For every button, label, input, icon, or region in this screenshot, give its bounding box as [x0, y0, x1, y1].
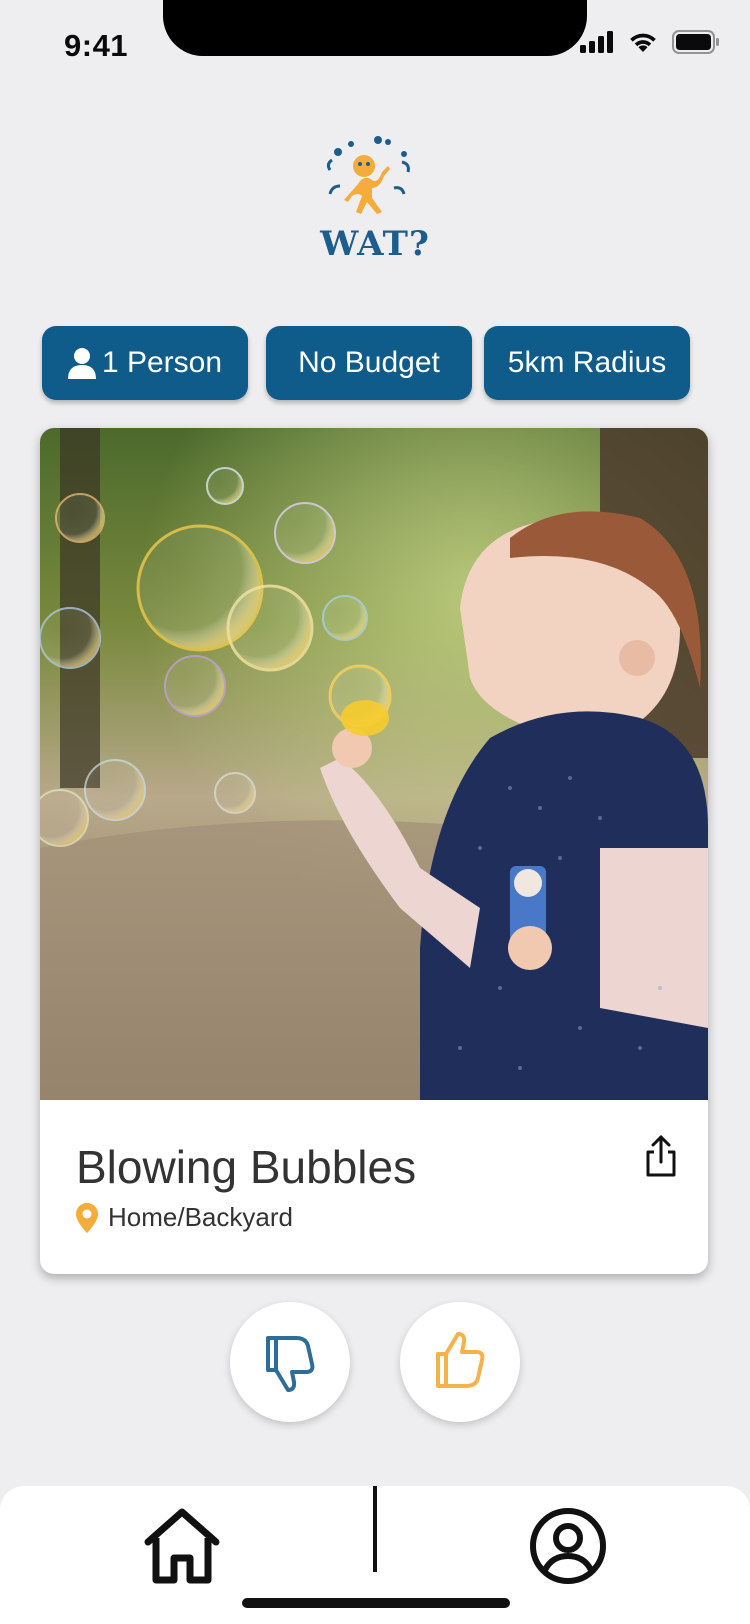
app-screen: 9:41 WAT? 1 Person No Budget 5km Radius …: [0, 0, 750, 1624]
dislike-button[interactable]: [230, 1302, 350, 1422]
app-logo: WAT?: [318, 136, 432, 264]
activity-location: Home/Backyard: [76, 1202, 293, 1233]
profile-icon[interactable]: [528, 1506, 608, 1586]
location-pin-icon: [76, 1202, 98, 1233]
tab-divider: [373, 1486, 377, 1572]
activity-location-label: Home/Backyard: [108, 1202, 293, 1232]
like-button[interactable]: [400, 1302, 520, 1422]
activity-photo: [40, 428, 708, 1100]
status-time: 9:41: [64, 28, 129, 63]
home-indicator: [242, 1598, 510, 1608]
budget-filter-button[interactable]: No Budget: [266, 326, 472, 400]
logo-wordmark: WAT?: [320, 224, 430, 264]
budget-filter-label: No Budget: [298, 346, 440, 379]
logo-mascot-icon: [326, 136, 410, 214]
device-notch: [163, 0, 587, 56]
people-filter-label: 1 Person: [101, 346, 223, 379]
wifi-icon: [630, 33, 656, 52]
activity-card[interactable]: Blowing Bubbles Home/Backyard: [40, 428, 708, 1274]
radius-filter-label: 5km Radius: [507, 346, 667, 379]
thumbs-down-icon: [266, 1336, 315, 1392]
thumbs-up-icon: [436, 1332, 485, 1388]
people-filter-button[interactable]: 1 Person: [42, 326, 248, 400]
share-icon[interactable]: [642, 1134, 680, 1178]
person-icon: [67, 348, 96, 379]
cellular-signal-icon: [580, 31, 613, 53]
status-icons: [580, 30, 720, 54]
activity-title: Blowing Bubbles: [76, 1141, 417, 1193]
battery-icon: [672, 30, 719, 54]
home-icon[interactable]: [140, 1504, 224, 1588]
radius-filter-button[interactable]: 5km Radius: [484, 326, 690, 400]
